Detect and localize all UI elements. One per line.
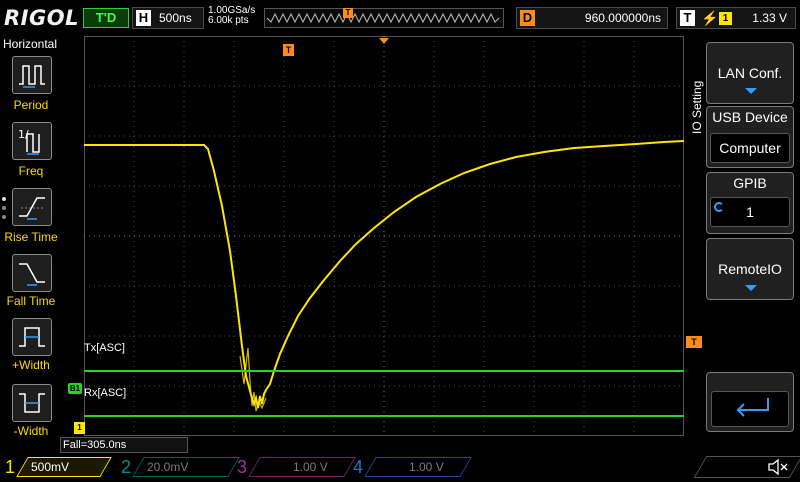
freq-button[interactable]: 1/ — [12, 122, 52, 160]
channel-status-bar: 1 500mV 2 20.0mV 3 1.00 V 4 1.00 V — [0, 454, 800, 480]
ch1-scale: 500mV — [31, 460, 70, 474]
freq-icon: 1/ — [18, 128, 40, 155]
lan-conf-chevron-icon — [745, 88, 757, 94]
ch1-waveform-trace — [84, 140, 684, 417]
delay-key: D — [520, 10, 535, 26]
acquisition-info: 1.00GSa/s 6.00k pts — [208, 6, 255, 26]
center-reference-marker — [379, 38, 389, 44]
rx-bus-label: Rx[ASC] — [84, 387, 127, 399]
ch3-scale-box: 1.00 V — [248, 457, 356, 477]
negative-width-label: -Width — [13, 424, 49, 438]
trigger-level-marker[interactable]: T — [686, 336, 702, 348]
fall-time-readout: Fall=305.0ns — [60, 437, 188, 453]
ch2-scale: 20.0mV — [147, 460, 189, 474]
back-button[interactable] — [706, 372, 794, 432]
trigger-key: T — [680, 10, 695, 26]
rise-time-icon — [19, 197, 45, 220]
negative-width-icon — [19, 393, 45, 413]
trigger-edge-icon: ⚡ — [701, 10, 719, 26]
negative-width-button[interactable] — [12, 384, 52, 422]
timebase-value: 500ns — [159, 11, 192, 25]
io-setting-title: IO Setting — [690, 80, 704, 134]
menu-page-indicator — [2, 197, 6, 224]
usb-device-value: Computer — [710, 133, 790, 163]
waveform-display[interactable]: Tx[ASC] Rx[ASC] — [84, 36, 684, 436]
speaker-mute-icon[interactable] — [766, 457, 790, 477]
return-arrow-icon — [736, 398, 769, 417]
ch2-scale-box: 20.0mV — [132, 457, 240, 477]
fall-time-button[interactable] — [12, 254, 52, 292]
ch3-scale: 1.00 V — [293, 460, 328, 474]
ch4-scale: 1.00 V — [409, 460, 444, 474]
lan-conf-label: LAN Conf. — [717, 65, 783, 81]
trigger-source-badge: 1 — [719, 12, 732, 25]
delay-box[interactable]: D 960.000000ns — [516, 7, 668, 29]
positive-width-button[interactable] — [12, 318, 52, 356]
rigol-logo: RIGOL — [4, 6, 79, 30]
fall-time-icon — [19, 263, 45, 286]
positive-width-icon — [19, 327, 45, 347]
ch4-scale-box: 1.00 V — [364, 457, 472, 477]
gpib-address-value: 1 — [746, 204, 754, 220]
bus1-marker[interactable]: B1 — [68, 383, 82, 394]
gpib-address-field[interactable]: 1 — [710, 197, 790, 227]
tx-bus-label: Tx[ASC] — [84, 342, 125, 354]
memory-depth: 6.00k pts — [208, 15, 249, 26]
usb-device-title: USB Device — [712, 109, 788, 125]
freq-label: Freq — [18, 164, 44, 178]
period-button[interactable] — [12, 56, 52, 94]
trigger-position-marker[interactable]: T — [283, 44, 294, 56]
gpib-title: GPIB — [733, 175, 767, 191]
fall-time-label: Fall Time — [6, 294, 56, 308]
period-label: Period — [13, 98, 49, 112]
horizontal-key: H — [136, 10, 151, 26]
memory-overview-strip: T — [264, 8, 504, 28]
memory-trigger-marker: T — [343, 8, 353, 18]
gpib-button[interactable]: GPIB 1 — [706, 172, 794, 234]
top-status-bar: RIGOL T'D H 500ns 1.00GSa/s 6.00k pts T … — [0, 0, 800, 36]
rise-time-label: Rise Time — [4, 230, 58, 244]
lan-conf-button[interactable]: LAN Conf. — [706, 42, 794, 104]
trigger-status-badge[interactable]: T'D — [83, 8, 129, 28]
back-button-inner — [711, 391, 789, 427]
usb-device-button[interactable]: USB Device Computer — [706, 106, 794, 168]
trigger-level-value: 1.33 V — [752, 11, 787, 25]
ch1-scale-box: 500mV — [16, 457, 112, 477]
delay-value: 960.000000ns — [584, 11, 661, 25]
rise-time-button[interactable] — [12, 188, 52, 226]
remote-io-chevron-icon — [745, 285, 757, 291]
ch1-offset-marker[interactable]: 1 — [74, 422, 85, 434]
menu-title: Horizontal — [3, 37, 58, 51]
trigger-box[interactable]: T ⚡ 1 1.33 V — [676, 7, 796, 29]
remote-io-button[interactable]: RemoteIO — [706, 238, 794, 300]
period-icon — [19, 65, 45, 88]
remote-io-label: RemoteIO — [718, 261, 782, 277]
positive-width-label: +Width — [12, 358, 50, 372]
rotary-knob-icon — [714, 202, 724, 212]
timebase-box[interactable]: H 500ns — [132, 7, 204, 29]
memory-overview-waveform — [266, 12, 500, 24]
